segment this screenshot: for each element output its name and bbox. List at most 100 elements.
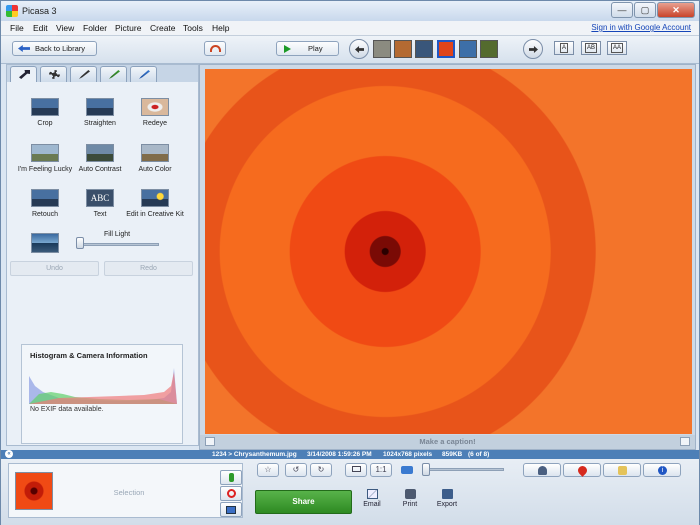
- menu-create[interactable]: Create: [150, 23, 176, 33]
- text-tool[interactable]: ABC Text: [70, 189, 130, 218]
- redeye-tool[interactable]: Redeye: [125, 98, 185, 127]
- redeye-label: Redeye: [142, 120, 168, 127]
- window-title: Picasa 3: [22, 6, 57, 16]
- straighten-tool[interactable]: Straighten: [70, 98, 130, 127]
- play-slideshow-button[interactable]: Play: [276, 41, 339, 56]
- creative-kit-tool[interactable]: Edit in Creative Kit: [125, 189, 185, 218]
- crop-thumbnail: [31, 98, 59, 116]
- add-to-album-button[interactable]: [220, 502, 242, 517]
- zoom-slider-handle[interactable]: [422, 463, 430, 476]
- fill-light-slider-track[interactable]: [79, 243, 159, 246]
- export-button[interactable]: Export: [427, 489, 467, 508]
- tab-extra-effects[interactable]: [130, 66, 157, 82]
- print-label: Print: [402, 501, 418, 508]
- tab-more-effects[interactable]: [100, 66, 127, 82]
- caption-mode-ab-button[interactable]: AB: [581, 41, 601, 55]
- straighten-thumbnail: [86, 98, 114, 116]
- next-photo-button[interactable]: [523, 39, 543, 59]
- people-button[interactable]: [523, 463, 561, 477]
- feeling-lucky-tool[interactable]: I'm Feeling Lucky: [15, 144, 75, 173]
- caption-mode-aa-button[interactable]: AA: [607, 41, 627, 55]
- previous-photo-button[interactable]: [349, 39, 369, 59]
- filmstrip-thumb-5[interactable]: [459, 40, 477, 58]
- sun-icon: [49, 70, 60, 79]
- fit-view-button[interactable]: [345, 463, 367, 477]
- star-button[interactable]: ☆: [257, 463, 279, 477]
- crop-label: Crop: [37, 120, 53, 127]
- tags-button[interactable]: [603, 463, 641, 477]
- email-button[interactable]: Email: [352, 489, 392, 508]
- collapse-icon[interactable]: «: [5, 450, 13, 458]
- tab-effects[interactable]: [70, 66, 97, 82]
- status-bar: « 1234 > Chrysanthemum.jpg 3/14/2008 1:5…: [1, 450, 699, 459]
- person-icon: [538, 466, 547, 475]
- zoom-slider-track[interactable]: [424, 468, 504, 471]
- hold-pin-button[interactable]: [220, 470, 242, 485]
- maximize-button[interactable]: ▢: [634, 2, 656, 18]
- filmstrip-thumb-current[interactable]: [437, 40, 455, 58]
- status-dimensions: 1024x768 pixels: [383, 451, 433, 458]
- filmstrip-thumb-6[interactable]: [480, 40, 498, 58]
- menu-view[interactable]: View: [56, 23, 74, 33]
- clear-selection-button[interactable]: [220, 486, 242, 501]
- crop-tool[interactable]: Crop: [15, 98, 75, 127]
- feeling-lucky-label: I'm Feeling Lucky: [17, 166, 73, 173]
- fill-light-slider-handle[interactable]: [76, 237, 84, 249]
- rotate-left-button[interactable]: ↺: [285, 463, 307, 477]
- caption-input[interactable]: Make a caption!: [200, 437, 695, 446]
- sign-in-link[interactable]: Sign in with Google Account: [591, 23, 691, 32]
- straighten-label: Straighten: [84, 120, 116, 127]
- auto-contrast-tool[interactable]: Auto Contrast: [70, 144, 130, 173]
- fill-light-label: Fill Light: [104, 231, 131, 238]
- status-path: 1234 > Chrysanthemum.jpg: [212, 451, 297, 458]
- undo-button[interactable]: Undo: [10, 261, 99, 276]
- filmstrip-thumb-3[interactable]: [415, 40, 433, 58]
- pin-icon: [229, 473, 234, 482]
- timeline-button[interactable]: [204, 41, 226, 56]
- text-label: Text: [93, 211, 107, 218]
- selected-photo-thumbnail[interactable]: [15, 472, 53, 510]
- creative-kit-thumbnail: [141, 189, 169, 207]
- info-button[interactable]: i: [643, 463, 681, 477]
- play-label: Play: [308, 44, 323, 53]
- menu-edit[interactable]: Edit: [33, 23, 48, 33]
- info-icon: i: [658, 466, 667, 475]
- tab-tuning[interactable]: [40, 66, 67, 82]
- auto-contrast-label: Auto Contrast: [78, 166, 122, 173]
- caption-mode-a-button[interactable]: A: [554, 41, 574, 55]
- minimize-button[interactable]: —: [611, 2, 633, 18]
- menu-file[interactable]: File: [10, 23, 24, 33]
- close-button[interactable]: ✕: [657, 2, 695, 18]
- envelope-icon: [366, 489, 378, 499]
- menu-folder[interactable]: Folder: [83, 23, 107, 33]
- retouch-label: Retouch: [31, 211, 59, 218]
- email-label: Email: [363, 501, 381, 508]
- retouch-tool[interactable]: Retouch: [15, 189, 75, 218]
- menu-tools[interactable]: Tools: [183, 23, 203, 33]
- caption-expand-button[interactable]: [680, 437, 690, 446]
- clear-icon: [227, 489, 236, 498]
- auto-color-label: Auto Color: [138, 166, 172, 173]
- actual-size-button[interactable]: 1:1: [370, 463, 392, 477]
- auto-color-thumbnail: [141, 144, 169, 162]
- back-to-library-button[interactable]: Back to Library: [12, 41, 97, 56]
- auto-color-tool[interactable]: Auto Color: [125, 144, 185, 173]
- rotate-right-button[interactable]: ↻: [310, 463, 332, 477]
- histogram-panel: Histogram & Camera Information No EXIF d…: [21, 344, 183, 444]
- tab-basic-fixes[interactable]: [10, 66, 37, 82]
- chrysanthemum-photo[interactable]: [205, 69, 692, 434]
- share-button[interactable]: Share: [255, 490, 352, 514]
- histogram-graph: [29, 368, 177, 404]
- creative-kit-label: Edit in Creative Kit: [126, 211, 184, 218]
- redo-button[interactable]: Redo: [104, 261, 193, 276]
- menu-bar: File Edit View Folder Picture Create Too…: [1, 21, 699, 36]
- filmstrip-thumb-1[interactable]: [373, 40, 391, 58]
- filmstrip-thumb-2[interactable]: [394, 40, 412, 58]
- print-button[interactable]: Print: [390, 489, 430, 508]
- status-position: (6 of 8): [468, 451, 490, 458]
- menu-picture[interactable]: Picture: [115, 23, 141, 33]
- geotag-button[interactable]: [563, 463, 601, 477]
- photo-tray: Selection ☆ ↺ ↻ 1:1 i Share Email Print …: [1, 459, 699, 525]
- export-folder-icon: [441, 489, 453, 499]
- menu-help[interactable]: Help: [212, 23, 229, 33]
